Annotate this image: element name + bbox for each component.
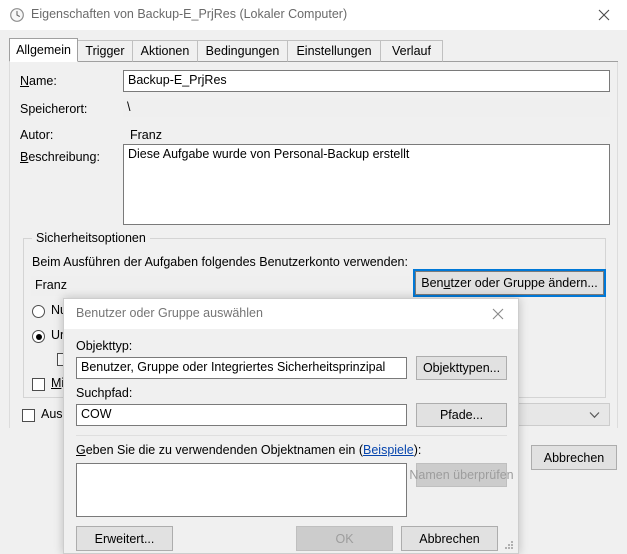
author-label: Autor: [20,128,54,142]
search-path-value: COW [81,407,112,421]
main-cancel-label: Abbrechen [543,450,605,465]
resize-grip-icon[interactable] [504,540,514,550]
object-type-value: Benutzer, Gruppe oder Integriertes Siche… [81,360,386,374]
tab-verlauf[interactable]: Verlauf [380,40,443,62]
tab-label: Einstellungen [296,44,372,58]
compatibility-combobox[interactable] [513,403,610,426]
tab-aktionen[interactable]: Aktionen [132,40,198,62]
tab-label: Aktionen [140,44,190,58]
modal-title: Benutzer oder Gruppe auswählen [76,306,263,320]
advanced-button[interactable]: Erweitert... [76,526,173,551]
tabstrip: Allgemein Trigger Aktionen Bedingungen E… [9,38,618,62]
location-label: Speicherort: [20,102,88,116]
location-value: \ [127,100,131,114]
modal-cancel-label: Abbrechen [419,531,480,546]
clock-icon [9,7,25,23]
name-input-value: Backup-E_PrjRes [128,73,227,87]
chevron-down-icon [589,408,600,422]
examples-link[interactable]: Beispiele [363,443,414,457]
select-user-or-group-dialog: Benutzer oder Gruppe auswählen Objekttyp… [63,298,519,554]
account-prompt-label: Beim Ausführen der Aufgaben folgendes Be… [32,255,408,269]
search-paths-button-label: Pfade... [439,408,484,422]
name-label: Name: [20,74,57,88]
check-names-button[interactable]: Namen überprüfen [409,463,514,487]
search-path-field[interactable]: COW [76,404,407,426]
check-names-button-label: Namen überprüfen [409,468,514,482]
object-names-label: Geben Sie die zu verwendenden Objektname… [76,443,422,457]
tab-einstellungen[interactable]: Einstellungen [287,40,381,62]
security-options-title: Sicherheitsoptionen [32,231,150,245]
description-label: Beschreibung: [20,150,100,164]
checkbox-hidden[interactable] [22,409,35,422]
modal-titlebar: Benutzer oder Gruppe auswählen [64,299,518,329]
author-value: Franz [130,128,162,142]
search-path-label: Suchpfad: [76,386,133,400]
object-type-field[interactable]: Benutzer, Gruppe oder Integriertes Siche… [76,357,407,379]
account-value: Franz [35,278,67,292]
tab-label: Bedingungen [205,44,280,58]
object-types-button[interactable]: Objekttypen... [416,356,507,380]
radio-run-only-when-logged-on[interactable] [32,305,45,318]
window-title: Eigenschaften von Backup-E_PrjRes (Lokal… [31,7,348,21]
tab-label: Trigger [85,44,125,58]
modal-ok-button[interactable]: OK [296,526,393,551]
modal-body: Objekttyp: Benutzer, Gruppe oder Integri… [64,329,518,553]
checkbox-run-highest-privileges[interactable] [32,378,45,391]
change-user-button-label: Benutzer oder Gruppe ändern... [421,276,598,290]
account-value-field: Franz [31,276,411,296]
modal-separator [76,435,507,436]
advanced-button-label: Erweitert... [94,531,155,546]
object-types-button-label: Objekttypen... [422,361,501,375]
radio-selected-dot [35,333,42,340]
modal-ok-label: OK [335,531,354,546]
change-user-button[interactable]: Benutzer oder Gruppe ändern... [413,269,606,297]
close-icon[interactable] [587,4,621,26]
window-titlebar: Eigenschaften von Backup-E_PrjRes (Lokal… [0,0,627,30]
tab-label: Verlauf [392,44,431,58]
object-type-label: Objekttyp: [76,339,133,353]
tab-bedingungen[interactable]: Bedingungen [197,40,288,62]
modal-cancel-button[interactable]: Abbrechen [401,526,498,551]
modal-close-icon[interactable] [482,303,514,325]
main-cancel-button[interactable]: Abbrechen [531,445,617,470]
object-names-textarea[interactable] [76,463,407,517]
description-textarea[interactable]: Diese Aufgabe wurde von Personal-Backup … [123,144,610,225]
tab-label: Allgemein [16,43,71,57]
tab-allgemein[interactable]: Allgemein [9,38,78,62]
task-properties-window: Eigenschaften von Backup-E_PrjRes (Lokal… [0,0,627,554]
location-value-field: \ [123,98,610,117]
radio-run-whether-logged-on[interactable] [32,330,45,343]
tab-trigger[interactable]: Trigger [77,40,133,62]
search-paths-button[interactable]: Pfade... [416,403,507,427]
description-value: Diese Aufgabe wurde von Personal-Backup … [128,147,410,161]
name-input[interactable]: Backup-E_PrjRes [123,70,610,92]
